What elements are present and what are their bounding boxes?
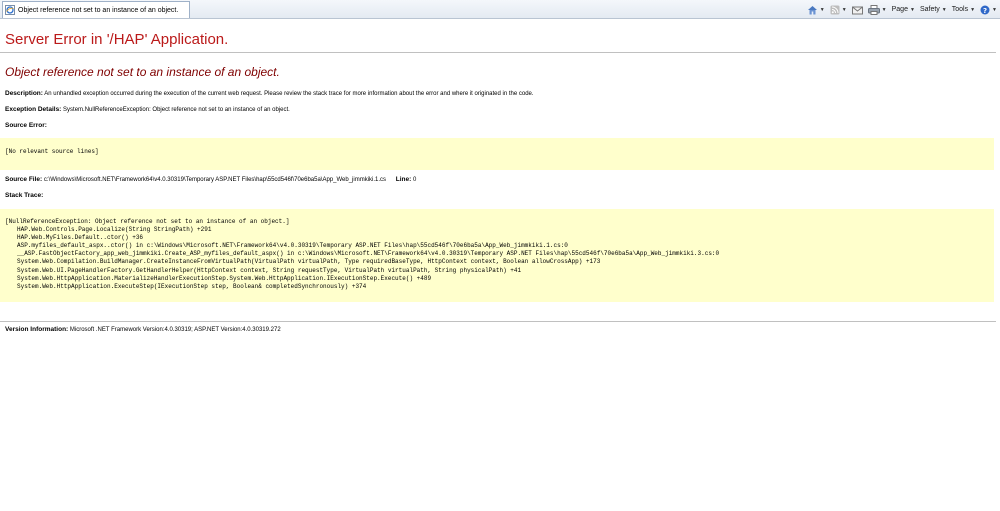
- tools-menu[interactable]: Tools ▼: [952, 6, 975, 13]
- page-menu[interactable]: Page ▼: [892, 6, 915, 13]
- feeds-button[interactable]: ▼: [830, 5, 847, 15]
- ie-page-icon: [5, 5, 15, 15]
- stack-trace-line: ASP.myfiles_default_aspx..ctor() in c:\W…: [17, 242, 568, 250]
- title-divider: [0, 52, 996, 53]
- print-icon: [867, 4, 880, 15]
- footer-divider: [0, 321, 996, 322]
- print-button[interactable]: ▼: [867, 4, 887, 15]
- version-info-text: Microsoft .NET Framework Version:4.0.303…: [69, 327, 281, 333]
- feeds-icon: [830, 5, 840, 14]
- version-info-label: Version Information:: [5, 326, 69, 333]
- help-icon: ?: [980, 5, 990, 14]
- stack-trace-line: __ASP.FastObjectFactory_app_web_jimmkiki…: [17, 250, 720, 258]
- chevron-down-icon: ▼: [909, 6, 915, 13]
- source-file-row: Source File: c:\Windows\Microsoft.NET\Fr…: [5, 176, 416, 183]
- home-icon: [807, 5, 817, 14]
- chevron-down-icon: ▼: [819, 6, 825, 13]
- chevron-down-icon: ▼: [941, 6, 947, 13]
- source-file-path: c:\Windows\Microsoft.NET\Framework64\v4.…: [43, 177, 387, 183]
- line-label: Line:: [395, 176, 412, 183]
- exception-details-text: System.NullReferenceException: Object re…: [63, 107, 290, 113]
- description-label: Description:: [5, 90, 43, 97]
- svg-text:?: ?: [983, 6, 987, 14]
- source-error-text: [No relevant source lines]: [5, 148, 99, 155]
- description-text: An unhandled exception occurred during t…: [44, 91, 534, 97]
- line-number: 0: [412, 177, 417, 183]
- read-mail-button[interactable]: [851, 5, 863, 15]
- read-mail-icon: [851, 6, 863, 14]
- exception-details-label: Exception Details:: [5, 106, 62, 113]
- chevron-down-icon: ▼: [970, 6, 976, 13]
- stack-trace-line: System.Web.HttpApplication.ExecuteStep(I…: [17, 282, 367, 290]
- stack-trace-line: System.Web.HttpApplication.MaterializeHa…: [17, 274, 432, 282]
- stack-trace-line: System.Web.Compilation.BuildManager.Crea…: [17, 258, 601, 266]
- tab-title: Object reference not set to an instance …: [18, 6, 179, 14]
- help-button[interactable]: ? ▼: [980, 5, 997, 15]
- description-row: Description: An unhandled exception occu…: [5, 90, 534, 97]
- source-error-heading: Source Error:: [5, 122, 47, 129]
- safety-menu[interactable]: Safety ▼: [920, 6, 947, 13]
- stack-trace-box: [NullReferenceException: Object referenc…: [0, 209, 994, 302]
- page-title: Server Error in '/HAP' Application.: [5, 31, 229, 48]
- stack-trace-line: [NullReferenceException: Object referenc…: [5, 218, 290, 225]
- source-error-box: [No relevant source lines]: [0, 138, 994, 170]
- stack-trace-line: HAP.Web.MyFiles.Default..ctor() +36: [17, 234, 144, 242]
- tools-menu-label: Tools: [951, 6, 969, 13]
- safety-menu-label: Safety: [919, 6, 940, 13]
- stack-trace-line: HAP.Web.Controls.Page.Localize(String St…: [17, 226, 212, 234]
- chevron-down-icon: ▼: [881, 6, 887, 13]
- page-menu-label: Page: [891, 6, 908, 13]
- stack-trace-line: System.Web.UI.PageHandlerFactory.GetHand…: [17, 266, 522, 274]
- stack-trace-heading: Stack Trace:: [5, 192, 44, 199]
- chevron-down-icon: ▼: [992, 6, 997, 13]
- version-info-row: Version Information: Microsoft .NET Fram…: [5, 326, 281, 333]
- command-bar: ▼ ▼ ▼ Page ▼ Safety ▼ Tools ▼ ? ▼: [802, 2, 997, 17]
- chevron-down-icon: ▼: [841, 6, 847, 13]
- browser-toolbar: Object reference not set to an instance …: [0, 0, 1000, 19]
- exception-details-row: Exception Details: System.NullReferenceE…: [5, 106, 290, 113]
- source-file-label: Source File:: [5, 176, 43, 183]
- browser-tab[interactable]: Object reference not set to an instance …: [2, 1, 190, 18]
- error-message: Object reference not set to an instance …: [5, 65, 280, 79]
- home-button[interactable]: ▼: [807, 5, 825, 15]
